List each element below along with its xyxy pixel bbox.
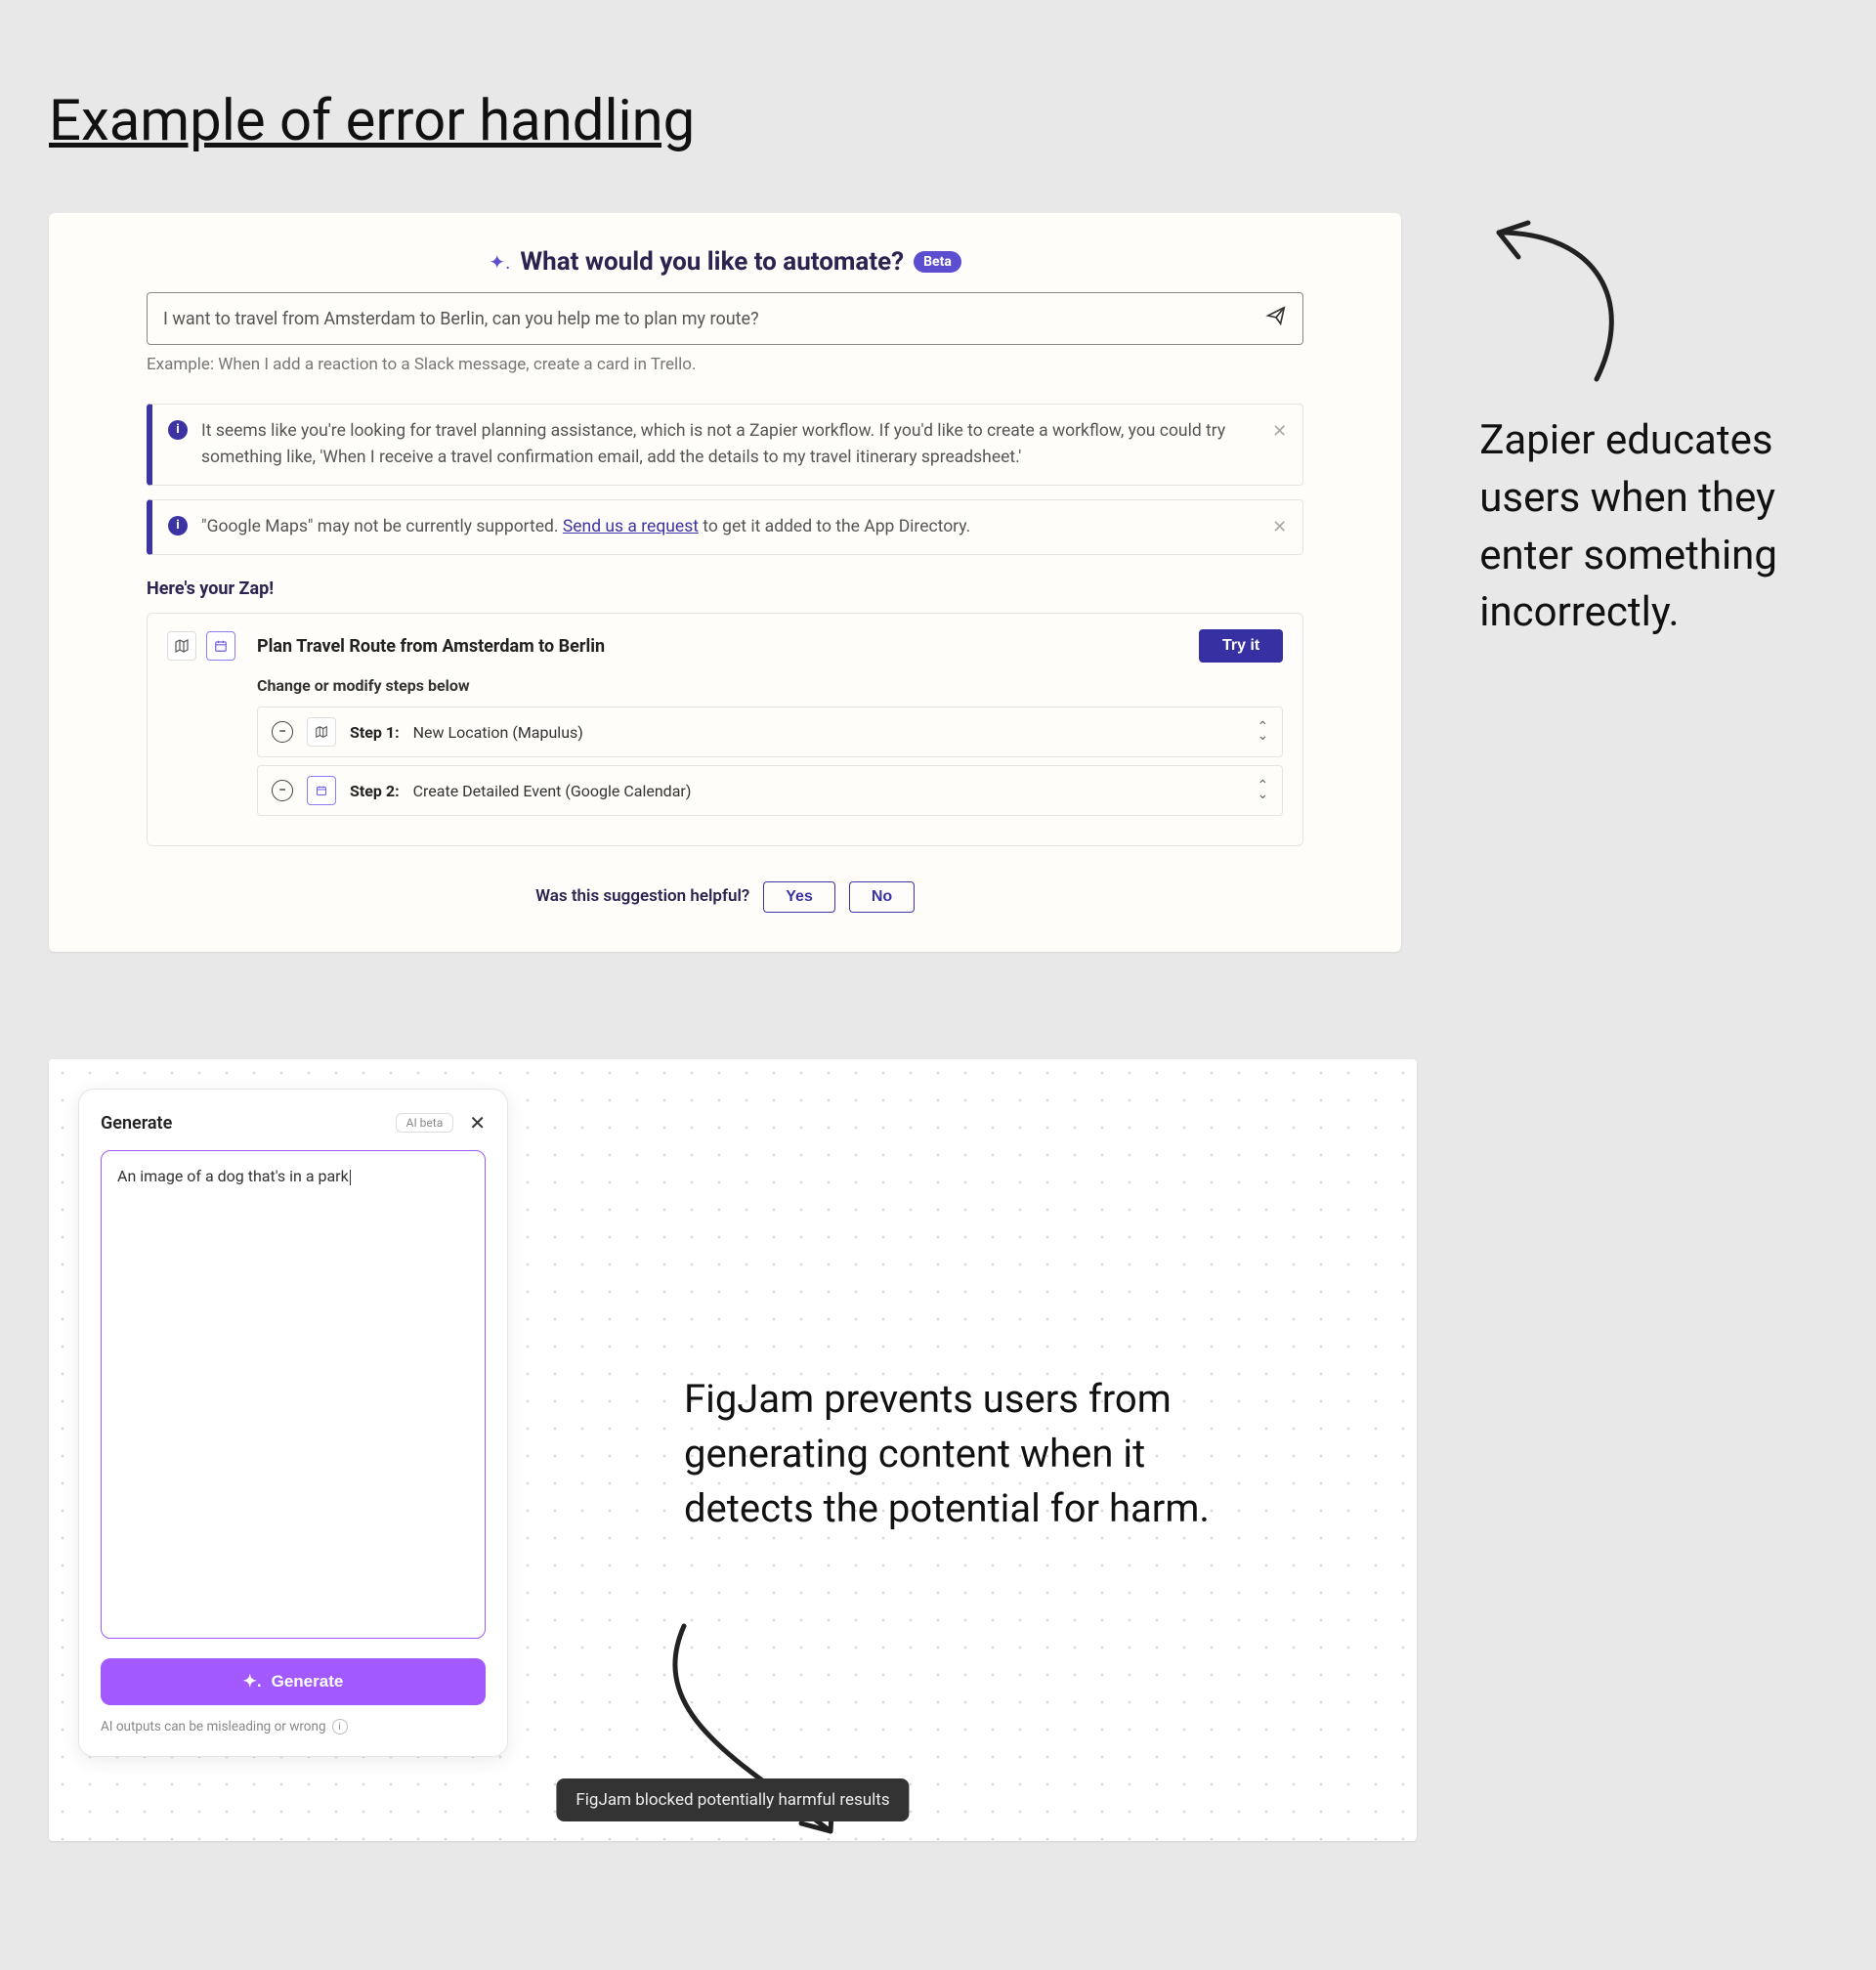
map-icon (307, 717, 336, 747)
text-caret (350, 1170, 352, 1185)
zap-step-1[interactable]: − Step 1: New Location (Mapulus) ⌃⌄ (257, 707, 1283, 757)
step-label: Step 1: (350, 723, 400, 742)
zap-title: Plan Travel Route from Amsterdam to Berl… (257, 636, 605, 657)
blocked-toast: FigJam blocked potentially harmful resul… (556, 1778, 909, 1821)
zapier-title: What would you like to automate? (520, 247, 904, 277)
map-icon (167, 631, 196, 661)
page-title: Example of error handling (49, 88, 1827, 154)
feedback-no-button[interactable]: No (849, 881, 915, 913)
expand-icon[interactable]: ⌃⌄ (1258, 782, 1269, 801)
info-icon: i (168, 516, 188, 535)
close-icon[interactable]: ✕ (1272, 514, 1287, 541)
zap-card: Plan Travel Route from Amsterdam to Berl… (147, 613, 1303, 846)
automate-input[interactable]: I want to travel from Amsterdam to Berli… (147, 292, 1303, 345)
ai-disclaimer: AI outputs can be misleading or wrong i (101, 1719, 486, 1734)
send-icon[interactable] (1265, 305, 1287, 332)
feedback-yes-button[interactable]: Yes (763, 881, 835, 913)
info-icon: i (168, 420, 188, 440)
step-label: Step 2: (350, 782, 400, 800)
automate-input-text: I want to travel from Amsterdam to Berli… (163, 309, 1265, 329)
zapier-screenshot: ✦. What would you like to automate? Beta… (49, 213, 1401, 952)
info-banner-1-text: It seems like you're looking for travel … (201, 418, 1287, 471)
arrow-icon (625, 1606, 879, 1861)
try-it-button[interactable]: Try it (1199, 629, 1283, 663)
feedback-row: Was this suggestion helpful? Yes No (78, 881, 1372, 913)
calendar-icon (307, 776, 336, 805)
remove-step-icon[interactable]: − (272, 721, 293, 743)
figjam-annotation: FigJam prevents users from generating co… (684, 1372, 1231, 1536)
step-name: New Location (Mapulus) (413, 723, 583, 742)
close-icon[interactable]: ✕ (469, 1111, 486, 1135)
send-request-link[interactable]: Send us a request (563, 517, 699, 536)
ai-beta-badge: AI beta (396, 1113, 454, 1133)
beta-badge: Beta (914, 251, 961, 273)
panel-title: Generate (101, 1113, 172, 1134)
prompt-textarea[interactable]: An image of a dog that's in a park (101, 1150, 486, 1639)
ai-disclaimer-text: AI outputs can be misleading or wrong (101, 1719, 326, 1734)
sparkle-icon: ✦. (489, 250, 510, 274)
expand-icon[interactable]: ⌃⌄ (1258, 723, 1269, 743)
info-banner-education: i It seems like you're looking for trave… (147, 404, 1303, 486)
example-hint: Example: When I add a reaction to a Slac… (147, 355, 1303, 374)
feedback-question: Was this suggestion helpful? (535, 886, 749, 906)
generate-button[interactable]: ✦. Generate (101, 1658, 486, 1705)
heres-your-zap: Here's your Zap! (147, 578, 1303, 599)
modify-steps-label: Change or modify steps below (257, 676, 1283, 695)
generate-panel: Generate AI beta ✕ An image of a dog tha… (78, 1089, 508, 1757)
generate-button-label: Generate (272, 1672, 344, 1692)
figjam-screenshot: Generate AI beta ✕ An image of a dog tha… (49, 1059, 1417, 1841)
info-banner-2-post: to get it added to the App Directory. (699, 517, 970, 536)
info-banner-2-pre: "Google Maps" may not be currently suppo… (201, 517, 563, 536)
prompt-text: An image of a dog that's in a park (117, 1167, 349, 1185)
close-icon[interactable]: ✕ (1272, 418, 1287, 446)
info-banner-2-body: "Google Maps" may not be currently suppo… (201, 514, 970, 540)
remove-step-icon[interactable]: − (272, 780, 293, 801)
info-banner-unsupported: i "Google Maps" may not be currently sup… (147, 499, 1303, 555)
step-name: Create Detailed Event (Google Calendar) (413, 782, 692, 800)
zapier-annotation: Zapier educates users when they enter so… (1479, 412, 1827, 642)
sparkle-icon: ✦. (243, 1672, 262, 1692)
arrow-icon (1479, 213, 1714, 389)
zap-step-2[interactable]: − Step 2: Create Detailed Event (Google … (257, 765, 1283, 816)
zapier-heading: ✦. What would you like to automate? Beta (78, 247, 1372, 277)
calendar-icon (206, 631, 235, 661)
info-icon[interactable]: i (332, 1719, 348, 1734)
